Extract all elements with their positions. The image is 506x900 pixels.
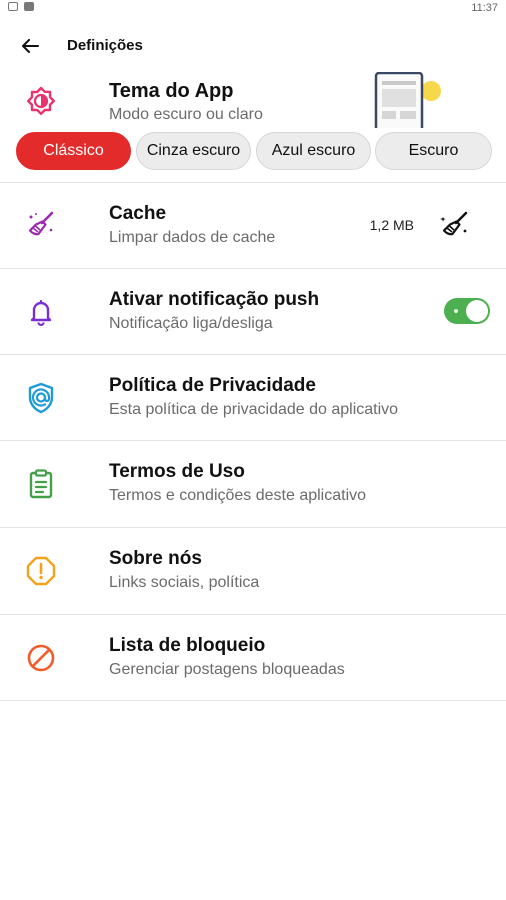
- clipboard-icon: [24, 467, 58, 501]
- clear-cache-icon[interactable]: [436, 207, 472, 243]
- cache-size: 1,2 MB: [369, 217, 414, 233]
- theme-option-cinza-escuro[interactable]: Cinza escuro: [136, 132, 251, 170]
- status-bar: 11:37: [0, 0, 506, 16]
- push-subtitle: Notificação liga/desliga: [109, 315, 273, 332]
- about-title: Sobre nós: [109, 548, 202, 569]
- privacy-subtitle: Esta política de privacidade do aplicati…: [109, 401, 399, 418]
- page-title: Definições: [67, 37, 143, 54]
- cache-setting[interactable]: Cache Limpar dados de cache 1,2 MB: [0, 183, 506, 269]
- block-icon: [24, 641, 58, 675]
- blocklist-title: Lista de bloqueio: [109, 635, 266, 656]
- push-title: Ativar notificação push: [109, 289, 320, 310]
- shield-icon: [24, 381, 58, 415]
- info-icon: [24, 554, 58, 588]
- theme-options: Clássico Cinza escuro Azul escuro Escuro: [16, 132, 492, 170]
- divider: [0, 700, 506, 701]
- terms-title: Termos de Uso: [109, 461, 245, 482]
- about-setting[interactable]: Sobre nós Links sociais, política: [0, 528, 506, 614]
- status-icons: [8, 2, 34, 11]
- broom-icon: [24, 207, 58, 241]
- theme-option-escuro[interactable]: Escuro: [375, 132, 492, 170]
- toggle-knob: [466, 300, 488, 322]
- blocklist-subtitle: Gerenciar postagens bloqueadas: [109, 661, 345, 678]
- theme-subtitle: Modo escuro ou claro: [109, 106, 263, 123]
- theme-illustration: [374, 72, 441, 128]
- app-notification-icon: [24, 2, 34, 11]
- theme-option-azul-escuro[interactable]: Azul escuro: [256, 132, 371, 170]
- privacy-title: Política de Privacidade: [109, 375, 316, 396]
- bell-icon: [24, 295, 58, 329]
- push-toggle[interactable]: [444, 298, 490, 324]
- blocklist-setting[interactable]: Lista de bloqueio Gerenciar postagens bl…: [0, 615, 506, 701]
- terms-setting[interactable]: Termos de Uso Termos e condições deste a…: [0, 441, 506, 527]
- cache-title: Cache: [109, 203, 167, 224]
- theme-title: Tema do App: [109, 80, 234, 102]
- theme-option-classico[interactable]: Clássico: [16, 132, 131, 170]
- about-subtitle: Links sociais, política: [109, 574, 260, 591]
- back-arrow-icon[interactable]: [18, 34, 42, 58]
- status-time: 11:37: [471, 2, 498, 14]
- app-bar: Definições: [0, 26, 506, 66]
- brightness-icon: [24, 84, 58, 118]
- cache-subtitle: Limpar dados de cache: [109, 229, 276, 246]
- privacy-setting[interactable]: Política de Privacidade Esta política de…: [0, 355, 506, 441]
- message-notification-icon: [8, 2, 18, 11]
- terms-subtitle: Termos e condições deste aplicativo: [109, 487, 367, 504]
- push-setting: Ativar notificação push Notificação liga…: [0, 269, 506, 355]
